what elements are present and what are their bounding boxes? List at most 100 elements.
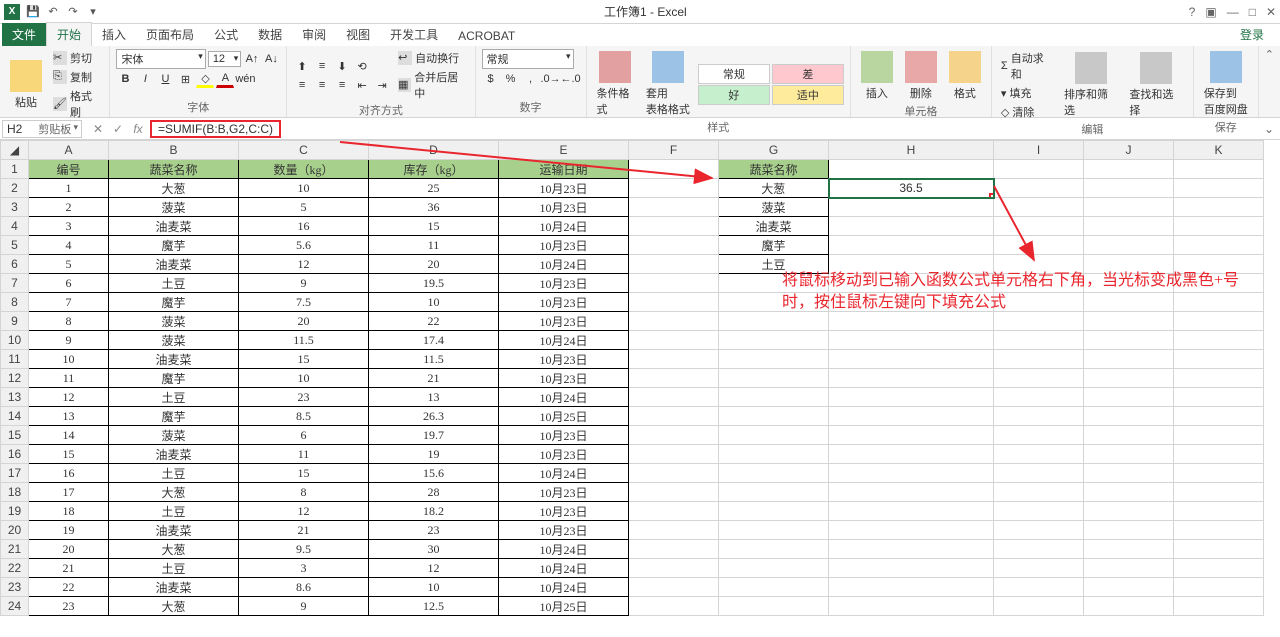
cell-J11[interactable] bbox=[1084, 350, 1174, 369]
cell-H24[interactable] bbox=[829, 597, 994, 616]
cell-C21[interactable]: 9.5 bbox=[239, 540, 369, 559]
align-bottom-icon[interactable]: ⬇ bbox=[333, 57, 351, 75]
cell-E16[interactable]: 10月23日 bbox=[499, 445, 629, 464]
cell-A18[interactable]: 17 bbox=[29, 483, 109, 502]
ribbon-options-icon[interactable]: ▣ bbox=[1205, 5, 1216, 19]
cell-K12[interactable] bbox=[1174, 369, 1264, 388]
cell-E17[interactable]: 10月24日 bbox=[499, 464, 629, 483]
cell-I21[interactable] bbox=[994, 540, 1084, 559]
cell-K5[interactable] bbox=[1174, 236, 1264, 255]
cell-I23[interactable] bbox=[994, 578, 1084, 597]
italic-icon[interactable]: I bbox=[136, 70, 154, 88]
cell-J16[interactable] bbox=[1084, 445, 1174, 464]
cell-J24[interactable] bbox=[1084, 597, 1174, 616]
paste-button[interactable]: 粘贴 bbox=[6, 58, 46, 112]
cell-A13[interactable]: 12 bbox=[29, 388, 109, 407]
cell-H23[interactable] bbox=[829, 578, 994, 597]
cell-J2[interactable] bbox=[1084, 179, 1174, 198]
cell-E22[interactable]: 10月24日 bbox=[499, 559, 629, 578]
cell-F3[interactable] bbox=[629, 198, 719, 217]
cell-H21[interactable] bbox=[829, 540, 994, 559]
col-header-H[interactable]: H bbox=[829, 141, 994, 160]
cell-A2[interactable]: 1 bbox=[29, 179, 109, 198]
formula-expand-icon[interactable]: ⌄ bbox=[1264, 122, 1274, 136]
cell-J19[interactable] bbox=[1084, 502, 1174, 521]
cell-A23[interactable]: 22 bbox=[29, 578, 109, 597]
cell-A17[interactable]: 16 bbox=[29, 464, 109, 483]
indent-inc-icon[interactable]: ⇥ bbox=[373, 76, 391, 94]
align-right-icon[interactable]: ≡ bbox=[333, 76, 351, 94]
col-header-C[interactable]: C bbox=[239, 141, 369, 160]
cell-D7[interactable]: 19.5 bbox=[369, 274, 499, 293]
cell-A1[interactable]: 编号 bbox=[29, 160, 109, 179]
formula-confirm-icon[interactable]: ✓ bbox=[110, 121, 126, 137]
cell-B21[interactable]: 大葱 bbox=[109, 540, 239, 559]
cell-K4[interactable] bbox=[1174, 217, 1264, 236]
undo-icon[interactable]: ↶ bbox=[44, 3, 62, 21]
cell-F20[interactable] bbox=[629, 521, 719, 540]
cell-H3[interactable] bbox=[829, 198, 994, 217]
cell-G17[interactable] bbox=[719, 464, 829, 483]
ribbon-collapse-icon[interactable]: ⌃ bbox=[1259, 46, 1280, 117]
tab-view[interactable]: 视图 bbox=[336, 23, 380, 46]
cell-G2[interactable]: 大葱 bbox=[719, 179, 829, 198]
row-header-21[interactable]: 21 bbox=[1, 540, 29, 559]
cell-A7[interactable]: 6 bbox=[29, 274, 109, 293]
cell-I12[interactable] bbox=[994, 369, 1084, 388]
signin-link[interactable]: 登录 bbox=[1234, 23, 1270, 46]
cell-H13[interactable] bbox=[829, 388, 994, 407]
cell-H11[interactable] bbox=[829, 350, 994, 369]
sort-filter-button[interactable]: 排序和筛选 bbox=[1060, 50, 1121, 120]
cell-G19[interactable] bbox=[719, 502, 829, 521]
cell-F19[interactable] bbox=[629, 502, 719, 521]
cell-C12[interactable]: 10 bbox=[239, 369, 369, 388]
col-header-D[interactable]: D bbox=[369, 141, 499, 160]
cell-C22[interactable]: 3 bbox=[239, 559, 369, 578]
copy-button[interactable]: ⎘复制 bbox=[50, 68, 103, 86]
row-header-20[interactable]: 20 bbox=[1, 521, 29, 540]
cell-D17[interactable]: 15.6 bbox=[369, 464, 499, 483]
cell-C20[interactable]: 21 bbox=[239, 521, 369, 540]
col-header-B[interactable]: B bbox=[109, 141, 239, 160]
cell-E10[interactable]: 10月24日 bbox=[499, 331, 629, 350]
cell-I11[interactable] bbox=[994, 350, 1084, 369]
cell-I3[interactable] bbox=[994, 198, 1084, 217]
table-format-button[interactable]: 套用 表格格式 bbox=[642, 49, 694, 119]
tab-file[interactable]: 文件 bbox=[2, 23, 46, 46]
cell-E24[interactable]: 10月25日 bbox=[499, 597, 629, 616]
tab-developer[interactable]: 开发工具 bbox=[380, 23, 448, 46]
cell-B7[interactable]: 土豆 bbox=[109, 274, 239, 293]
font-name-select[interactable]: 宋体 bbox=[116, 49, 205, 69]
cell-A22[interactable]: 21 bbox=[29, 559, 109, 578]
cell-D18[interactable]: 28 bbox=[369, 483, 499, 502]
cell-E6[interactable]: 10月24日 bbox=[499, 255, 629, 274]
cell-E14[interactable]: 10月25日 bbox=[499, 407, 629, 426]
cell-F13[interactable] bbox=[629, 388, 719, 407]
row-header-1[interactable]: 1 bbox=[1, 160, 29, 179]
cell-H14[interactable] bbox=[829, 407, 994, 426]
redo-icon[interactable]: ↷ bbox=[64, 3, 82, 21]
cell-I15[interactable] bbox=[994, 426, 1084, 445]
tab-layout[interactable]: 页面布局 bbox=[136, 23, 204, 46]
cell-G24[interactable] bbox=[719, 597, 829, 616]
cell-A15[interactable]: 14 bbox=[29, 426, 109, 445]
orientation-icon[interactable]: ⟲ bbox=[353, 57, 371, 75]
tab-home[interactable]: 开始 bbox=[46, 22, 92, 46]
cell-G15[interactable] bbox=[719, 426, 829, 445]
cell-E20[interactable]: 10月23日 bbox=[499, 521, 629, 540]
cell-B16[interactable]: 油麦菜 bbox=[109, 445, 239, 464]
cell-A8[interactable]: 7 bbox=[29, 293, 109, 312]
cell-F22[interactable] bbox=[629, 559, 719, 578]
cell-K17[interactable] bbox=[1174, 464, 1264, 483]
cell-E19[interactable]: 10月23日 bbox=[499, 502, 629, 521]
comma-icon[interactable]: , bbox=[522, 70, 540, 88]
row-header-16[interactable]: 16 bbox=[1, 445, 29, 464]
cell-G12[interactable] bbox=[719, 369, 829, 388]
cell-A19[interactable]: 18 bbox=[29, 502, 109, 521]
cell-H17[interactable] bbox=[829, 464, 994, 483]
cell-B18[interactable]: 大葱 bbox=[109, 483, 239, 502]
cell-C9[interactable]: 20 bbox=[239, 312, 369, 331]
cell-D13[interactable]: 13 bbox=[369, 388, 499, 407]
fill-handle[interactable] bbox=[989, 193, 994, 198]
cell-D19[interactable]: 18.2 bbox=[369, 502, 499, 521]
